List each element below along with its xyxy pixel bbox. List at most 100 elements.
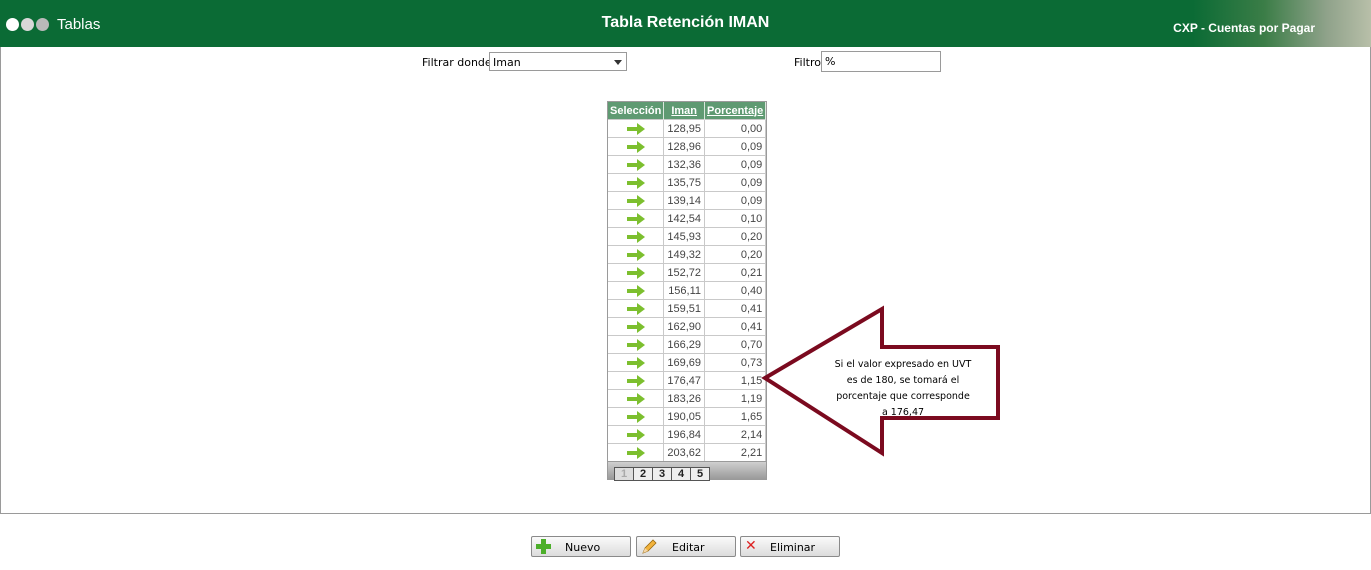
table-row: 169,69 0,73 — [608, 353, 767, 372]
app-header: Tablas Tabla Retención IMAN CXP - Cuenta… — [0, 0, 1371, 47]
column-header-porcentaje[interactable]: Porcentaje — [704, 102, 767, 120]
select-arrow-icon[interactable] — [626, 356, 645, 369]
select-arrow-icon[interactable] — [626, 320, 645, 333]
porcentaje-cell: 0,00 — [704, 119, 767, 138]
column-header-seleccion: Selección — [608, 102, 665, 120]
iman-cell: 152,72 — [663, 263, 706, 282]
iman-cell: 169,69 — [663, 353, 706, 372]
editar-button[interactable]: Editar — [636, 536, 736, 557]
iman-cell: 128,95 — [663, 119, 706, 138]
select-arrow-icon[interactable] — [626, 230, 645, 243]
callout-line: a 176,47 — [881, 407, 925, 418]
porcentaje-cell: 0,20 — [704, 227, 767, 246]
eliminar-button[interactable]: ✕ Eliminar — [740, 536, 840, 557]
porcentaje-cell: 0,10 — [704, 209, 767, 228]
iman-cell: 166,29 — [663, 335, 706, 354]
iman-cell: 142,54 — [663, 209, 706, 228]
iman-cell: 183,26 — [663, 389, 706, 408]
table-row: 159,51 0,41 — [608, 299, 767, 318]
table-row: 139,14 0,09 — [608, 191, 767, 210]
iman-cell: 203,62 — [663, 443, 706, 461]
select-cell — [608, 119, 665, 138]
page-link[interactable]: 1 — [614, 467, 634, 481]
porcentaje-cell: 0,09 — [704, 191, 767, 210]
select-arrow-icon[interactable] — [626, 266, 645, 279]
select-cell — [608, 245, 665, 264]
iman-cell: 145,93 — [663, 227, 706, 246]
sort-porcentaje-link[interactable]: Porcentaje — [707, 105, 763, 117]
table-row: 196,84 2,14 — [608, 425, 767, 444]
callout-line: porcentaje que corresponde — [836, 391, 970, 402]
select-cell — [608, 353, 665, 372]
porcentaje-cell: 0,09 — [704, 173, 767, 192]
select-arrow-icon[interactable] — [626, 248, 645, 261]
select-arrow-icon[interactable] — [626, 284, 645, 297]
filtrar-donde-select[interactable]: Iman — [489, 52, 627, 71]
filtro-input[interactable] — [821, 51, 941, 72]
select-cell — [608, 407, 665, 426]
select-arrow-icon[interactable] — [626, 446, 645, 459]
porcentaje-cell: 0,40 — [704, 281, 767, 300]
select-arrow-icon[interactable] — [626, 410, 645, 423]
callout-line: Si el valor expresado en UVT — [834, 359, 972, 370]
select-arrow-icon[interactable] — [626, 176, 645, 189]
select-arrow-icon[interactable] — [626, 374, 645, 387]
select-cell — [608, 173, 665, 192]
editar-button-label: Editar — [672, 541, 705, 554]
porcentaje-cell: 0,20 — [704, 245, 767, 264]
select-arrow-icon[interactable] — [626, 122, 645, 135]
iman-cell: 162,90 — [663, 317, 706, 336]
table-row: 135,75 0,09 — [608, 173, 767, 192]
column-header-iman[interactable]: Iman — [663, 102, 706, 120]
porcentaje-cell: 0,41 — [704, 317, 767, 336]
iman-cell: 135,75 — [663, 173, 706, 192]
select-cell — [608, 281, 665, 300]
select-arrow-icon[interactable] — [626, 140, 645, 153]
porcentaje-cell: 1,15 — [704, 371, 767, 390]
sort-iman-link[interactable]: Iman — [671, 105, 697, 117]
porcentaje-cell: 0,21 — [704, 263, 767, 282]
select-cell — [608, 443, 665, 461]
select-arrow-icon[interactable] — [626, 392, 645, 405]
porcentaje-cell: 0,41 — [704, 299, 767, 318]
porcentaje-cell: 0,70 — [704, 335, 767, 354]
page-link[interactable]: 4 — [671, 467, 691, 481]
select-cell — [608, 335, 665, 354]
iman-cell: 196,84 — [663, 425, 706, 444]
select-arrow-icon[interactable] — [626, 302, 645, 315]
iman-cell: 159,51 — [663, 299, 706, 318]
select-cell — [608, 317, 665, 336]
select-cell — [608, 389, 665, 408]
select-cell — [608, 137, 665, 156]
select-cell — [608, 209, 665, 228]
select-arrow-icon[interactable] — [626, 194, 645, 207]
table-row: 166,29 0,70 — [608, 335, 767, 354]
nuevo-button[interactable]: Nuevo — [531, 536, 631, 557]
table-row: 156,11 0,40 — [608, 281, 767, 300]
callout-line: es de 180, se tomará el — [846, 375, 960, 386]
table-row: 152,72 0,21 — [608, 263, 767, 282]
close-icon: ✕ — [745, 538, 757, 554]
table-row: 128,95 0,00 — [608, 119, 767, 138]
iman-cell: 149,32 — [663, 245, 706, 264]
select-arrow-icon[interactable] — [626, 158, 645, 171]
iman-cell: 156,11 — [663, 281, 706, 300]
table-row: 132,36 0,09 — [608, 155, 767, 174]
page-link[interactable]: 2 — [633, 467, 653, 481]
iman-cell: 176,47 — [663, 371, 706, 390]
select-cell — [608, 227, 665, 246]
eliminar-button-label: Eliminar — [770, 541, 816, 554]
select-arrow-icon[interactable] — [626, 212, 645, 225]
select-arrow-icon[interactable] — [626, 428, 645, 441]
porcentaje-cell: 1,19 — [704, 389, 767, 408]
table-row: 145,93 0,20 — [608, 227, 767, 246]
page-link[interactable]: 3 — [652, 467, 672, 481]
select-arrow-icon[interactable] — [626, 338, 645, 351]
iman-cell: 128,96 — [663, 137, 706, 156]
porcentaje-cell: 2,21 — [704, 443, 767, 461]
iman-cell: 132,36 — [663, 155, 706, 174]
table-row: 183,26 1,19 — [608, 389, 767, 408]
callout-note: Si el valor expresado en UVT es de 180, … — [828, 357, 978, 421]
page-link[interactable]: 5 — [690, 467, 710, 481]
filtrar-donde-label: Filtrar donde — [422, 56, 492, 69]
